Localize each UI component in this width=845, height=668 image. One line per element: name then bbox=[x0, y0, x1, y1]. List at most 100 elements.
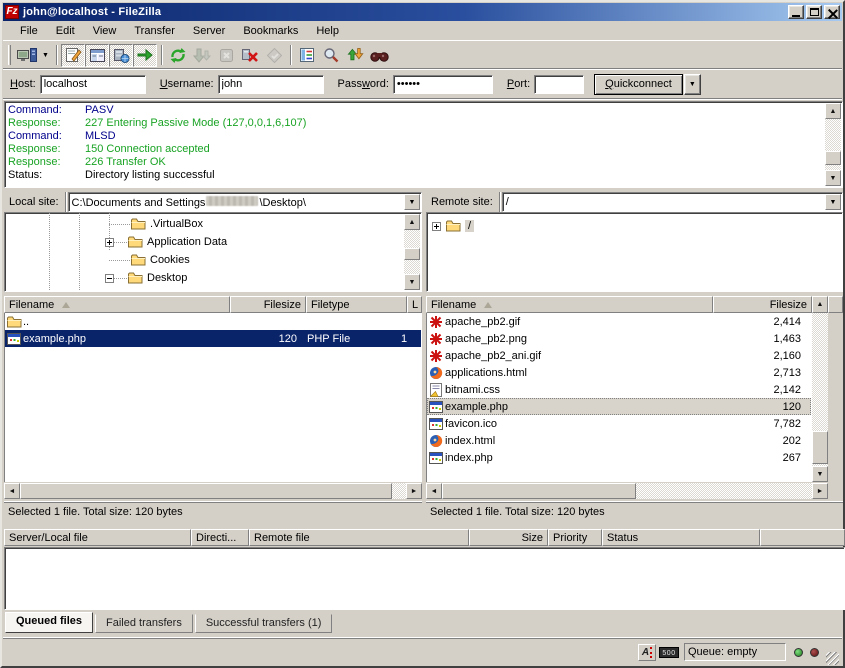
local-tree-scrollbar[interactable]: ▲ ▼ bbox=[404, 214, 420, 290]
synchronized-browsing-button[interactable] bbox=[343, 44, 367, 67]
scroll-left-button[interactable]: ◄ bbox=[426, 483, 442, 499]
reconnect-button[interactable] bbox=[262, 44, 286, 67]
scroll-up-button[interactable]: ▲ bbox=[812, 296, 828, 313]
file-row[interactable]: index.html 202 bbox=[427, 432, 811, 449]
scroll-down-button[interactable]: ▼ bbox=[404, 274, 420, 290]
directory-comparison-button[interactable] bbox=[319, 44, 343, 67]
speed-limit-icon[interactable]: 500 bbox=[659, 647, 679, 658]
sort-ascending-icon bbox=[484, 302, 492, 308]
minimize-button[interactable] bbox=[788, 5, 804, 19]
scroll-up-button[interactable]: ▲ bbox=[404, 214, 420, 230]
host-input[interactable] bbox=[40, 75, 146, 94]
tree-item-application-data[interactable]: Application Data bbox=[105, 233, 227, 251]
file-row-parent[interactable]: .. bbox=[5, 313, 421, 330]
remote-site-combobox[interactable]: / ▼ bbox=[502, 192, 843, 212]
column-header-priority[interactable]: Priority bbox=[548, 529, 602, 546]
expand-icon[interactable] bbox=[432, 222, 441, 231]
tree-item-cookies[interactable]: Cookies bbox=[109, 251, 190, 269]
quickconnect-button[interactable]: Quickconnect bbox=[594, 74, 683, 95]
file-row[interactable]: apache_pb2_ani.gif 2,160 bbox=[427, 347, 811, 364]
column-header-remote-file[interactable]: Remote file bbox=[249, 529, 469, 546]
file-row[interactable]: favicon.ico 7,782 bbox=[427, 415, 811, 432]
toolbar-grip[interactable] bbox=[8, 45, 11, 65]
toggle-remote-tree-button[interactable] bbox=[109, 44, 133, 67]
filename-cell: bitnami.css bbox=[445, 384, 709, 396]
file-row[interactable]: bitnami.css 2,142 bbox=[427, 381, 811, 398]
column-header-filetype[interactable]: Filetype bbox=[306, 296, 407, 313]
column-header-filename[interactable]: Filename bbox=[426, 296, 713, 313]
local-site-dropdown-icon[interactable]: ▼ bbox=[404, 194, 420, 210]
tree-item-desktop[interactable]: Desktop bbox=[105, 269, 187, 287]
file-row[interactable]: index.php 267 bbox=[427, 449, 811, 466]
file-row-selected[interactable]: example.php 120 bbox=[427, 398, 811, 415]
scroll-up-button[interactable]: ▲ bbox=[825, 103, 841, 119]
tab-queued-files[interactable]: Queued files bbox=[5, 612, 93, 633]
tree-item-root[interactable]: / bbox=[432, 217, 474, 235]
scroll-thumb[interactable] bbox=[825, 151, 841, 165]
column-header-server-local-file[interactable]: Server/Local file bbox=[4, 529, 191, 546]
local-list-hscrollbar[interactable]: ◄ ► bbox=[4, 483, 422, 499]
toggle-transfer-queue-button[interactable] bbox=[133, 44, 157, 67]
filesize-cell: 202 bbox=[709, 435, 805, 447]
title-bar[interactable]: Fz john@localhost - FileZilla bbox=[3, 3, 842, 21]
toggle-local-tree-button[interactable] bbox=[85, 44, 109, 67]
quickconnect-dropdown-button[interactable]: ▼ bbox=[684, 74, 701, 95]
expand-icon[interactable] bbox=[105, 238, 114, 247]
tab-failed-transfers[interactable]: Failed transfers bbox=[95, 614, 193, 633]
apache-image-file-icon bbox=[429, 332, 443, 346]
cancel-button[interactable] bbox=[214, 44, 238, 67]
menu-server[interactable]: Server bbox=[184, 23, 234, 39]
remote-list-hscrollbar[interactable]: ◄ ► bbox=[426, 483, 828, 499]
site-manager-dropdown-button[interactable]: ▼ bbox=[39, 44, 52, 67]
menu-file[interactable]: File bbox=[11, 23, 47, 39]
transfer-queue-list[interactable] bbox=[4, 547, 845, 610]
data-type-indicator[interactable]: A bbox=[638, 644, 656, 661]
menu-edit[interactable]: Edit bbox=[47, 23, 84, 39]
scroll-thumb[interactable] bbox=[20, 483, 392, 499]
menu-help[interactable]: Help bbox=[307, 23, 348, 39]
column-header-filename[interactable]: Filename bbox=[4, 296, 230, 313]
column-header-filesize[interactable]: Filesize bbox=[230, 296, 306, 313]
close-button[interactable] bbox=[824, 5, 840, 19]
tree-item-virtualbox[interactable]: .VirtualBox bbox=[109, 215, 203, 233]
column-header-status[interactable]: Status bbox=[602, 529, 760, 546]
local-site-combobox[interactable]: C:\Documents and Settings\Desktop\ ▼ bbox=[68, 192, 422, 212]
scroll-right-button[interactable]: ► bbox=[812, 483, 828, 499]
find-files-button[interactable] bbox=[367, 44, 391, 67]
column-header-lastmodified[interactable]: L bbox=[407, 296, 422, 313]
site-manager-button[interactable] bbox=[15, 44, 39, 67]
scroll-down-button[interactable]: ▼ bbox=[812, 466, 828, 482]
scroll-thumb[interactable] bbox=[442, 483, 636, 499]
menu-view[interactable]: View bbox=[84, 23, 126, 39]
refresh-button[interactable] bbox=[166, 44, 190, 67]
column-header-direction[interactable]: Directi... bbox=[191, 529, 249, 546]
tab-successful-transfers[interactable]: Successful transfers (1) bbox=[195, 614, 333, 633]
scroll-left-button[interactable]: ◄ bbox=[4, 483, 20, 499]
filter-button[interactable] bbox=[295, 44, 319, 67]
file-row[interactable]: apache_pb2.png 1,463 bbox=[427, 330, 811, 347]
column-header-filesize[interactable]: Filesize bbox=[713, 296, 812, 313]
password-input[interactable] bbox=[393, 75, 493, 94]
maximize-button[interactable] bbox=[806, 5, 822, 19]
file-row[interactable]: apache_pb2.gif 2,414 bbox=[427, 313, 811, 330]
toggle-message-log-button[interactable] bbox=[61, 44, 85, 67]
scroll-thumb[interactable] bbox=[404, 248, 420, 260]
collapse-icon[interactable] bbox=[105, 274, 114, 283]
scroll-right-button[interactable]: ► bbox=[406, 483, 422, 499]
remote-site-dropdown-icon[interactable]: ▼ bbox=[825, 194, 841, 210]
html-file-icon bbox=[429, 434, 443, 448]
process-queue-button[interactable] bbox=[190, 44, 214, 67]
file-row-selected[interactable]: example.php 120 PHP File 1 bbox=[5, 330, 421, 347]
resize-grip[interactable] bbox=[826, 652, 839, 665]
scroll-down-button[interactable]: ▼ bbox=[825, 170, 841, 186]
remote-list-scrollbar[interactable]: ▼ bbox=[812, 313, 828, 482]
column-header-size[interactable]: Size bbox=[469, 529, 548, 546]
log-scrollbar[interactable]: ▲ ▼ bbox=[825, 103, 841, 186]
file-row[interactable]: applications.html 2,713 bbox=[427, 364, 811, 381]
username-input[interactable] bbox=[218, 75, 324, 94]
menu-bookmarks[interactable]: Bookmarks bbox=[234, 23, 307, 39]
port-input[interactable] bbox=[534, 75, 584, 94]
disconnect-button[interactable] bbox=[238, 44, 262, 67]
scroll-thumb[interactable] bbox=[812, 431, 828, 464]
menu-transfer[interactable]: Transfer bbox=[125, 23, 184, 39]
